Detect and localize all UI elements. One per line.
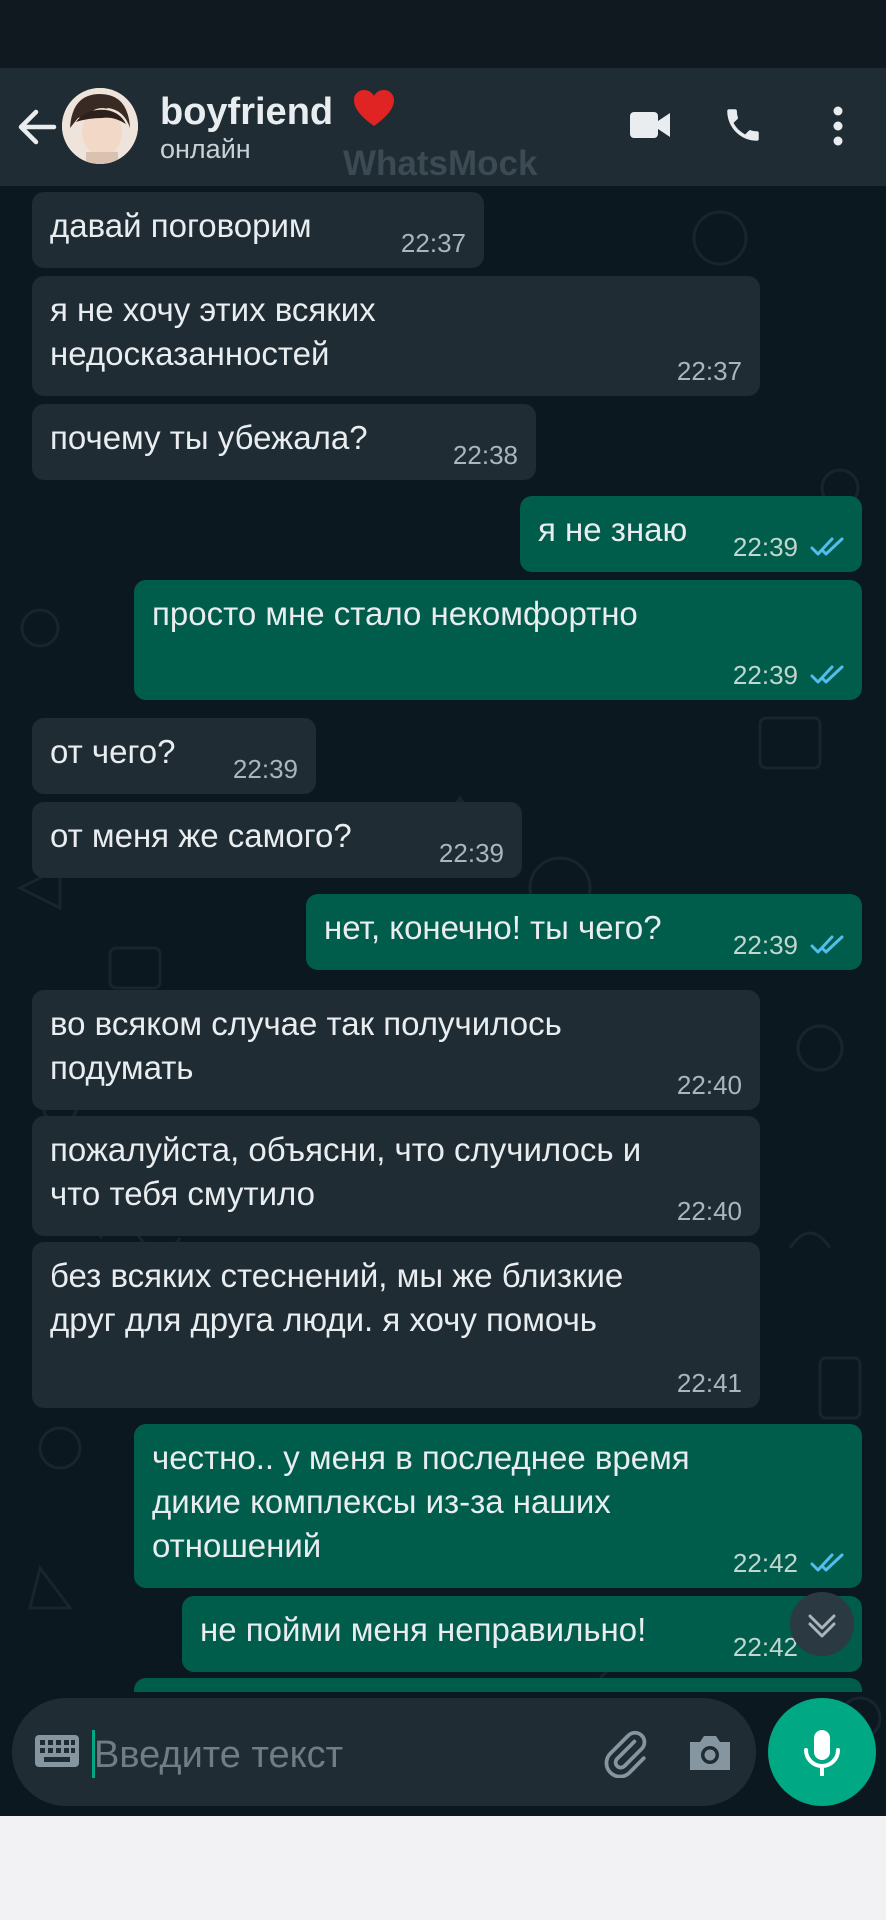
message-bubble-outgoing[interactable]: просто мне стало некомфортно 22:39 bbox=[134, 580, 862, 700]
more-vert-icon[interactable] bbox=[828, 104, 848, 148]
attach-icon[interactable] bbox=[600, 1728, 650, 1778]
read-ticks-icon bbox=[810, 1553, 844, 1572]
message-bubble-outgoing[interactable]: честно.. у меня в последнее время дикие … bbox=[134, 1424, 862, 1588]
message-bubble-outgoing[interactable]: нет, конечно! ты чего? 22:39 bbox=[306, 894, 862, 970]
message-bubble-outgoing-partial[interactable] bbox=[134, 1678, 862, 1692]
message-time: 22:38 bbox=[452, 440, 518, 470]
phone-icon[interactable] bbox=[722, 104, 764, 146]
message-time: 22:40 bbox=[676, 1070, 742, 1100]
message-text: просто мне стало некомфортно bbox=[152, 595, 638, 632]
back-arrow-icon[interactable] bbox=[14, 104, 60, 150]
video-call-icon[interactable] bbox=[628, 108, 672, 142]
message-bubble-incoming[interactable]: от меня же самого? 22:39 bbox=[32, 802, 522, 878]
message-bubble-incoming[interactable]: без всяких стеснений, мы же близкие друг… bbox=[32, 1242, 760, 1408]
message-text: во всяком случае так получилось подумать bbox=[50, 1005, 562, 1086]
message-time: 22:37 bbox=[400, 228, 466, 258]
message-input[interactable]: Введите текст bbox=[94, 1734, 343, 1777]
status-bar bbox=[0, 0, 886, 68]
avatar-image bbox=[62, 88, 138, 164]
system-nav-area bbox=[0, 1816, 886, 1920]
camera-icon[interactable] bbox=[686, 1730, 734, 1774]
contact-name[interactable]: boyfriend bbox=[160, 88, 396, 134]
message-bubble-incoming[interactable]: почему ты убежала? 22:38 bbox=[32, 404, 536, 480]
message-time: 22:37 bbox=[676, 356, 742, 386]
message-bubble-incoming[interactable]: давай поговорим 22:37 bbox=[32, 192, 484, 268]
message-time: 22:40 bbox=[676, 1196, 742, 1226]
chevron-down-icon bbox=[808, 1614, 836, 1638]
message-bubble-incoming[interactable]: я не хочу этих всяких недосказанностей 2… bbox=[32, 276, 760, 396]
message-bubble-outgoing[interactable]: я не знаю 22:39 bbox=[520, 496, 862, 572]
mic-icon bbox=[804, 1730, 840, 1776]
contact-name-text: boyfriend bbox=[160, 91, 334, 133]
read-ticks-icon bbox=[810, 537, 844, 556]
mic-button[interactable] bbox=[768, 1698, 876, 1806]
message-time: 22:39 bbox=[232, 754, 298, 784]
message-bubble-incoming[interactable]: от чего? 22:39 bbox=[32, 718, 316, 794]
message-text: пожалуйста, объясни, что случилось и что… bbox=[50, 1131, 642, 1212]
message-time: 22:42 bbox=[732, 1632, 798, 1662]
message-time: 22:39 bbox=[732, 532, 798, 562]
message-time: 22:39 bbox=[732, 930, 798, 960]
message-bubble-outgoing[interactable]: не пойми меня неправильно! 22:42 bbox=[182, 1596, 862, 1672]
message-time: 22:41 bbox=[676, 1368, 742, 1398]
message-text: без всяких стеснений, мы же близкие друг… bbox=[50, 1257, 624, 1338]
message-bubble-incoming[interactable]: пожалуйста, объясни, что случилось и что… bbox=[32, 1116, 760, 1236]
heart-icon bbox=[353, 90, 394, 126]
contact-status: онлайн bbox=[160, 134, 251, 164]
watermark: WhatsMock bbox=[343, 144, 538, 183]
contact-avatar[interactable] bbox=[62, 88, 138, 164]
message-time: 22:42 bbox=[732, 1548, 798, 1578]
message-text: я не хочу этих всяких недосказанностей bbox=[50, 291, 376, 372]
read-ticks-icon bbox=[810, 935, 844, 954]
message-time: 22:39 bbox=[732, 660, 798, 690]
message-bubble-incoming[interactable]: во всяком случае так получилось подумать… bbox=[32, 990, 760, 1110]
message-time: 22:39 bbox=[438, 838, 504, 868]
keyboard-icon[interactable] bbox=[34, 1734, 80, 1768]
read-ticks-icon bbox=[810, 665, 844, 684]
scroll-down-button[interactable] bbox=[790, 1592, 854, 1656]
